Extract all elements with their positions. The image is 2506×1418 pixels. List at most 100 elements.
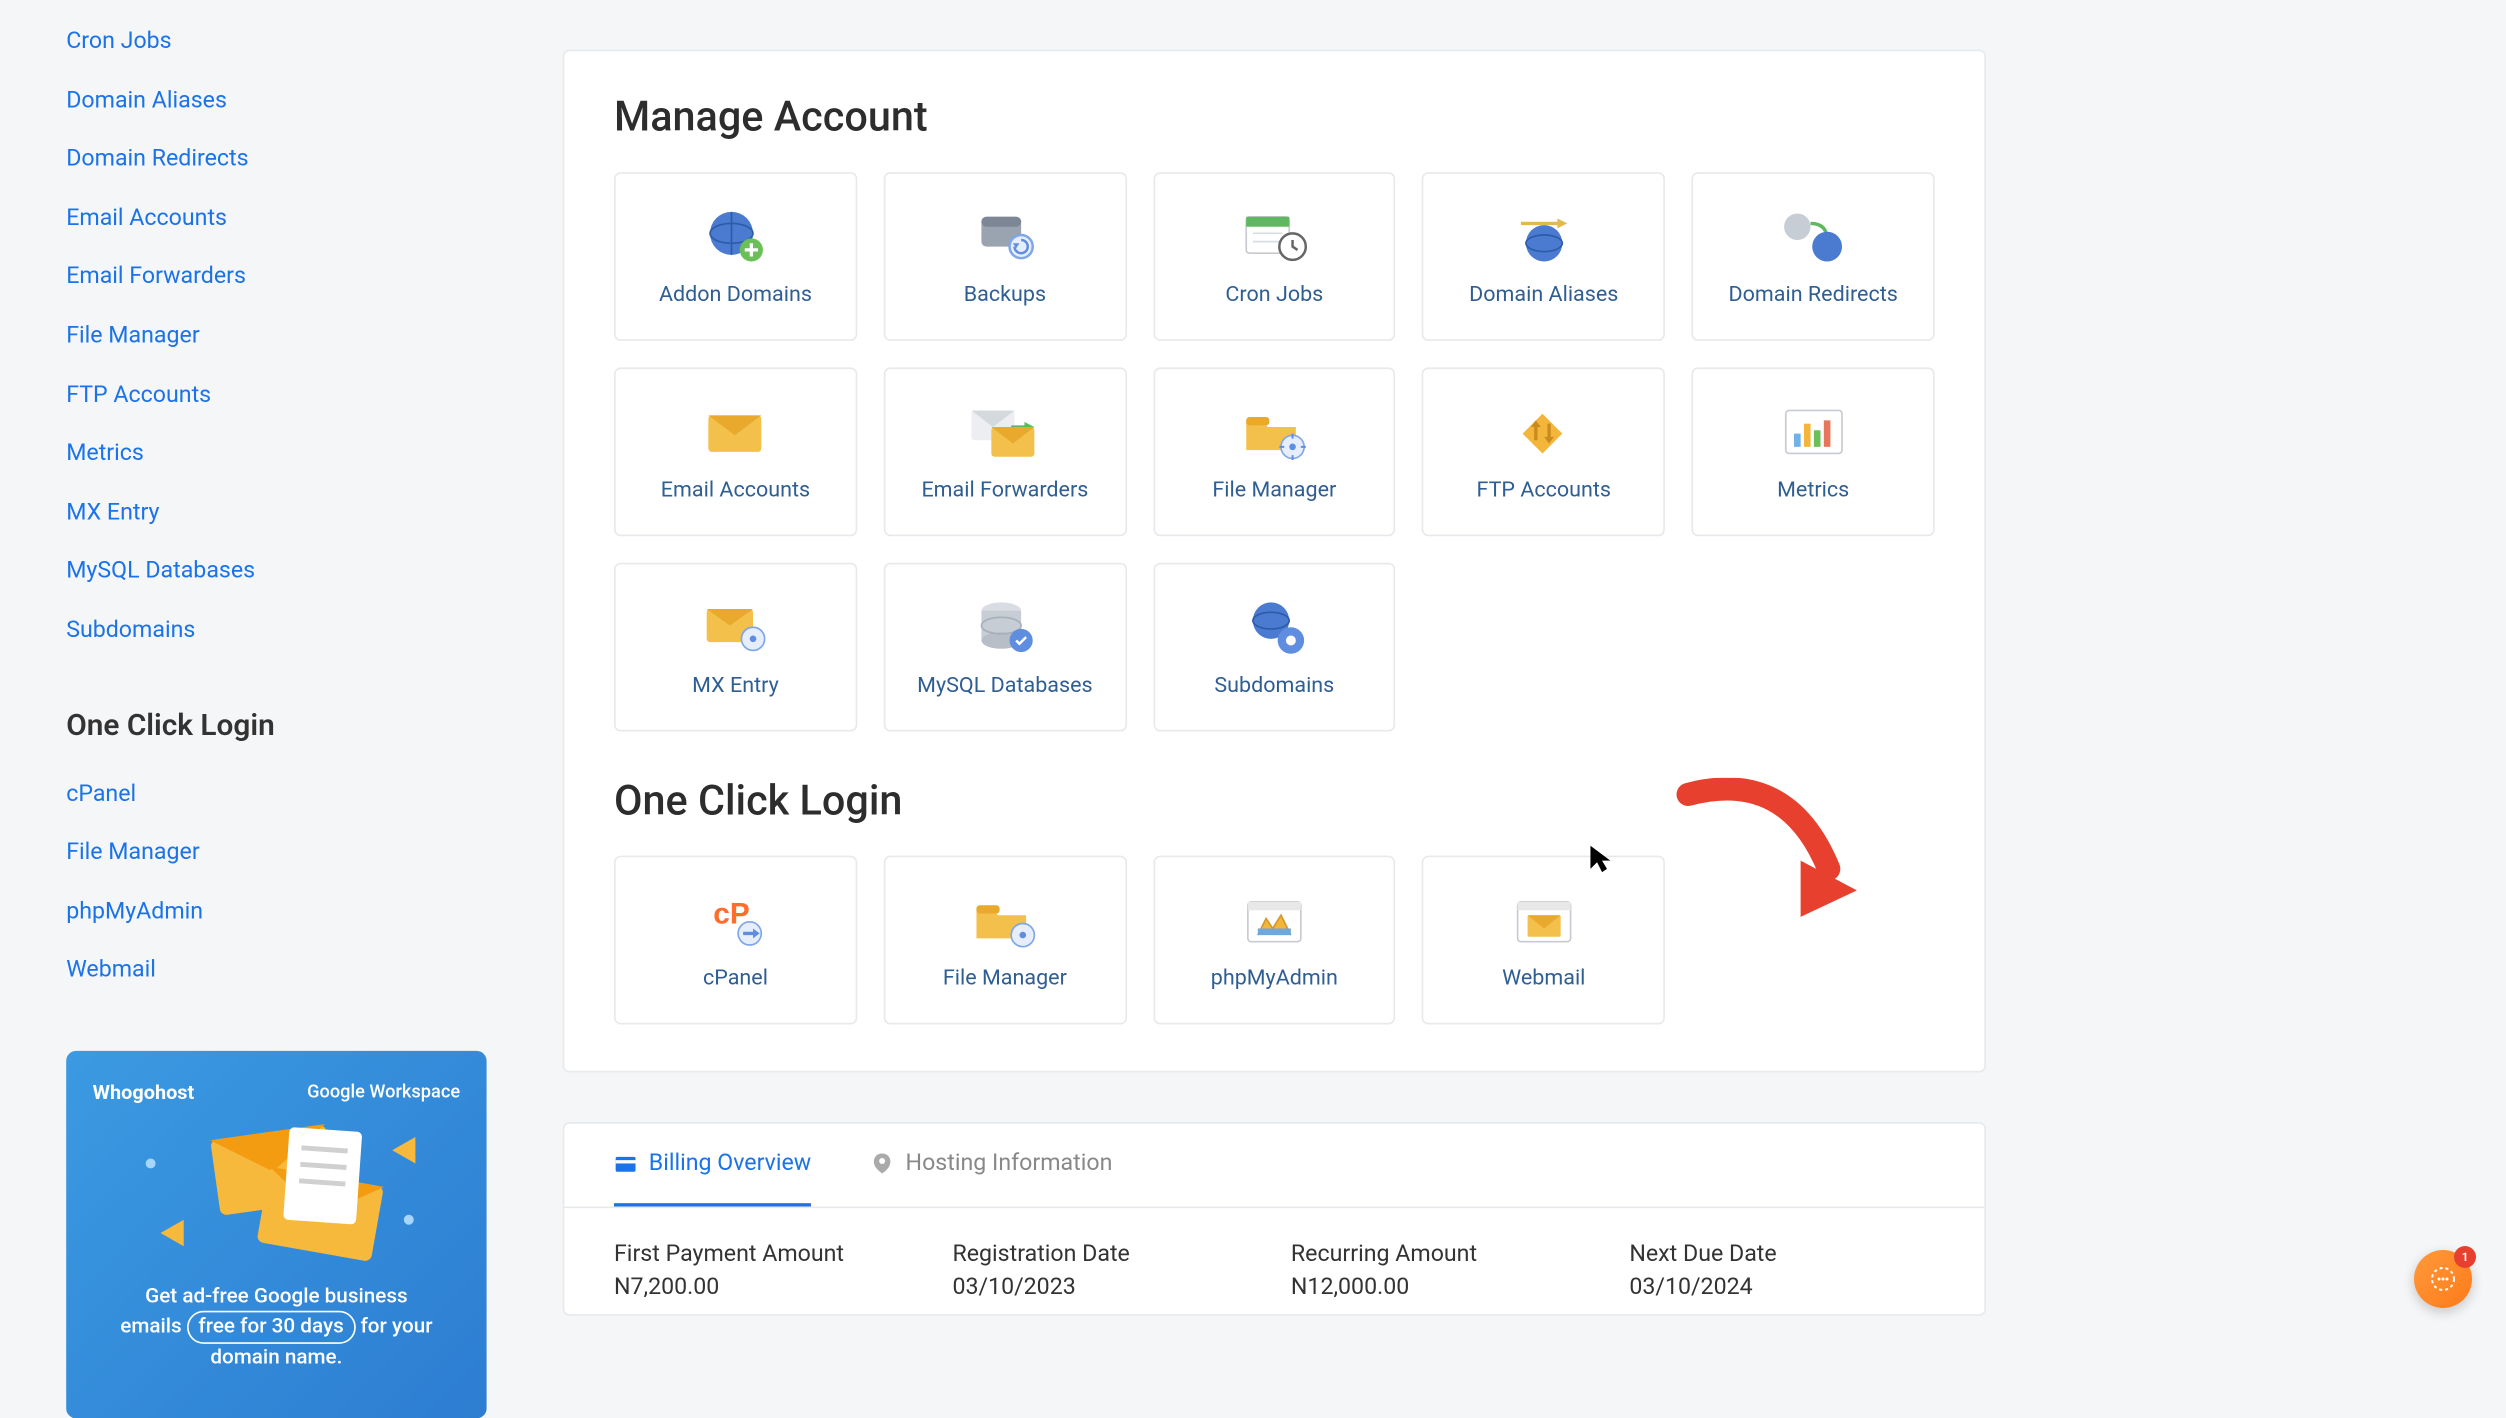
billing-item-recurring-amount: Recurring Amount N12,000.00	[1291, 1241, 1596, 1301]
sidebar-link-ftp-accounts[interactable]: FTP Accounts	[66, 367, 496, 426]
card-label: phpMyAdmin	[1211, 966, 1338, 991]
sidebar-login-file-manager[interactable]: File Manager	[66, 824, 496, 883]
card-subdomains[interactable]: Subdomains	[1153, 563, 1396, 732]
folder-gear-icon	[968, 890, 1041, 950]
card-label: Addon Domains	[659, 282, 812, 307]
sidebar-link-cron-jobs[interactable]: Cron Jobs	[66, 13, 496, 72]
tab-hosting-information[interactable]: Hosting Information	[871, 1124, 1113, 1207]
one-click-login-title: One Click Login	[614, 778, 1935, 826]
billing-item-value: N12,000.00	[1291, 1274, 1596, 1300]
card-label: Email Accounts	[661, 477, 810, 502]
card-label: Metrics	[1777, 477, 1849, 502]
sidebar-login-webmail[interactable]: Webmail	[66, 942, 496, 1001]
billing-icon	[614, 1152, 637, 1175]
login-card-grid: cP cPanel File Manager phpMyAdmin	[614, 856, 1935, 1025]
card-cron-jobs[interactable]: Cron Jobs	[1153, 172, 1396, 341]
tab-label: Billing Overview	[649, 1150, 811, 1176]
card-label: MySQL Databases	[917, 673, 1092, 698]
card-domain-redirects[interactable]: Domain Redirects	[1692, 172, 1935, 341]
ftp-icon	[1507, 401, 1580, 461]
sidebar: Cron Jobs Domain Aliases Domain Redirect…	[33, 0, 496, 1418]
card-label: MX Entry	[692, 673, 779, 698]
bar-chart-icon	[1777, 401, 1850, 461]
main-content: Manage Account Addon Domains Backups	[563, 0, 1986, 1418]
card-label: Cron Jobs	[1225, 282, 1323, 307]
folder-gear-icon	[1238, 401, 1311, 461]
card-file-manager[interactable]: File Manager	[1153, 367, 1396, 536]
card-label: Domain Aliases	[1469, 282, 1618, 307]
sidebar-link-domain-aliases[interactable]: Domain Aliases	[66, 72, 496, 131]
globe-alias-icon	[1507, 206, 1580, 266]
manage-account-panel: Manage Account Addon Domains Backups	[563, 50, 1986, 1073]
webmail-icon	[1507, 890, 1580, 950]
billing-item-first-payment: First Payment Amount N7,200.00	[614, 1241, 919, 1301]
billing-item-next-due-date: Next Due Date 03/10/2024	[1629, 1241, 1934, 1301]
sidebar-link-metrics[interactable]: Metrics	[66, 426, 496, 485]
card-email-accounts[interactable]: Email Accounts	[614, 367, 857, 536]
card-label: Subdomains	[1214, 673, 1334, 698]
phpmyadmin-icon	[1238, 890, 1311, 950]
subdomains-icon	[1238, 597, 1311, 657]
card-email-forwarders[interactable]: Email Forwarders	[883, 367, 1126, 536]
database-icon	[968, 597, 1041, 657]
promo-card[interactable]: Whogohost Google Workspace	[66, 1051, 486, 1418]
sidebar-link-domain-redirects[interactable]: Domain Redirects	[66, 131, 496, 190]
card-ftp-accounts[interactable]: FTP Accounts	[1422, 367, 1665, 536]
billing-item-value: 03/10/2024	[1629, 1274, 1934, 1300]
sidebar-login-cpanel[interactable]: cPanel	[66, 765, 496, 824]
billing-tabs: Billing Overview Hosting Information	[564, 1124, 1984, 1208]
billing-item-label: Recurring Amount	[1291, 1241, 1596, 1267]
promo-brand-left: Whogohost	[93, 1081, 195, 1104]
card-mx-entry[interactable]: MX Entry	[614, 563, 857, 732]
envelope-forward-icon	[968, 401, 1041, 461]
card-cpanel[interactable]: cP cPanel	[614, 856, 857, 1025]
sidebar-login-phpmyadmin[interactable]: phpMyAdmin	[66, 883, 496, 942]
chat-fab[interactable]: 1	[2414, 1250, 2472, 1308]
sidebar-link-file-manager[interactable]: File Manager	[66, 308, 496, 367]
billing-item-label: Next Due Date	[1629, 1241, 1934, 1267]
chat-icon	[2430, 1266, 2456, 1292]
card-label: Webmail	[1502, 966, 1585, 991]
sidebar-link-mysql-databases[interactable]: MySQL Databases	[66, 543, 496, 602]
card-label: FTP Accounts	[1476, 477, 1611, 502]
card-backups[interactable]: Backups	[883, 172, 1126, 341]
card-label: Backups	[964, 282, 1046, 307]
sidebar-link-email-forwarders[interactable]: Email Forwarders	[66, 249, 496, 308]
card-domain-aliases[interactable]: Domain Aliases	[1422, 172, 1665, 341]
calendar-clock-icon	[1238, 206, 1311, 266]
billing-panel: Billing Overview Hosting Information Fir…	[563, 1122, 1986, 1316]
promo-illustration	[93, 1117, 460, 1283]
card-mysql-databases[interactable]: MySQL Databases	[883, 563, 1126, 732]
billing-item-registration-date: Registration Date 03/10/2023	[952, 1241, 1257, 1301]
promo-brand-right: Google Workspace	[307, 1081, 460, 1104]
backup-icon	[968, 206, 1041, 266]
card-label: File Manager	[943, 966, 1067, 991]
billing-body: First Payment Amount N7,200.00 Registrat…	[564, 1208, 1984, 1314]
billing-item-label: Registration Date	[952, 1241, 1257, 1267]
envelope-gear-icon	[699, 597, 772, 657]
sidebar-link-subdomains[interactable]: Subdomains	[66, 602, 496, 661]
card-metrics[interactable]: Metrics	[1692, 367, 1935, 536]
card-label: File Manager	[1212, 477, 1336, 502]
billing-item-value: 03/10/2023	[952, 1274, 1257, 1300]
card-phpmyadmin[interactable]: phpMyAdmin	[1153, 856, 1396, 1025]
sidebar-heading-one-click-login: One Click Login	[66, 708, 496, 743]
card-file-manager-login[interactable]: File Manager	[883, 856, 1126, 1025]
globe-plus-icon	[699, 206, 772, 266]
card-label: Domain Redirects	[1729, 282, 1898, 307]
tab-billing-overview[interactable]: Billing Overview	[614, 1124, 811, 1207]
sidebar-link-email-accounts[interactable]: Email Accounts	[66, 190, 496, 249]
tab-label: Hosting Information	[906, 1150, 1113, 1176]
manage-card-grid: Addon Domains Backups Cron Jobs	[614, 172, 1935, 731]
card-webmail[interactable]: Webmail	[1422, 856, 1665, 1025]
location-icon	[871, 1152, 894, 1175]
cpanel-icon: cP	[699, 890, 772, 950]
manage-account-title: Manage Account	[614, 94, 1935, 142]
promo-text: Get ad-free Google business emails free …	[93, 1282, 460, 1372]
sidebar-link-mx-entry[interactable]: MX Entry	[66, 485, 496, 544]
card-label: Email Forwarders	[921, 477, 1088, 502]
billing-item-label: First Payment Amount	[614, 1241, 919, 1267]
envelope-icon	[699, 401, 772, 461]
globe-redirect-icon	[1777, 206, 1850, 266]
card-addon-domains[interactable]: Addon Domains	[614, 172, 857, 341]
